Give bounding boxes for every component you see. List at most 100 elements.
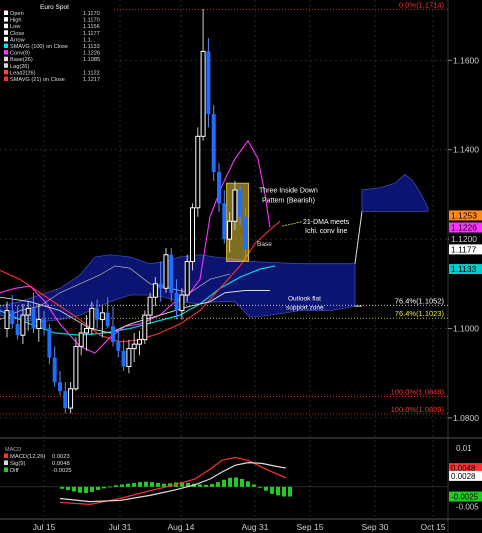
candle-body xyxy=(73,345,79,390)
macd-histogram-bar xyxy=(276,486,280,496)
main-legend: Euro Spot Open 1.1170 High 1.1170 Low 1.1156 Cl… xyxy=(2,2,112,86)
candle-body xyxy=(158,283,163,289)
candle-body xyxy=(142,314,148,341)
price-tag-label: 1.1226 xyxy=(451,222,477,232)
x-tick-label: Oct 15 xyxy=(420,522,445,532)
candle-body xyxy=(238,189,243,217)
candle-body xyxy=(147,296,153,316)
legend-item-name: Arrow xyxy=(10,37,26,43)
candle-body xyxy=(217,172,221,204)
candle-body xyxy=(116,341,121,351)
candle-body xyxy=(89,307,95,330)
candle-body xyxy=(190,207,195,262)
candle-body xyxy=(111,326,115,342)
legend-item-value: 1.1217 xyxy=(83,77,100,83)
candle-body xyxy=(174,292,179,311)
candle-body xyxy=(184,260,190,296)
legend-title: Euro Spot xyxy=(40,4,69,11)
macd-histogram-bar xyxy=(240,479,244,487)
macd-histogram-bar xyxy=(228,477,232,487)
legend-item-name: High xyxy=(10,18,22,24)
macd-histogram-bar xyxy=(204,484,208,487)
price-tags: 1.1253 1.1226 1.12001.1177 1.1133 xyxy=(449,210,482,275)
macd-histogram-bar xyxy=(96,486,100,490)
candle-body xyxy=(206,51,211,114)
legend-swatch xyxy=(4,30,8,35)
candle-body xyxy=(243,216,248,250)
y-tick-label: 1.0800 xyxy=(453,413,479,423)
macd-histogram-bar xyxy=(222,479,226,487)
macd-histogram-bar xyxy=(138,482,142,487)
x-tick-label: Aug 31 xyxy=(242,522,269,532)
fib-label: 100.0%(1.0848) xyxy=(391,387,445,396)
legend-swatch xyxy=(4,36,8,42)
macd-histogram-bar xyxy=(60,486,64,489)
macd-histogram-bar xyxy=(210,484,214,487)
candle-body xyxy=(152,283,158,298)
macd-histogram-bar xyxy=(114,485,118,487)
legend-item-value: 1.1122 xyxy=(83,70,100,76)
macd-histogram-bar xyxy=(264,486,268,491)
candle-body xyxy=(126,348,132,367)
macd-legend-swatch xyxy=(4,460,8,465)
macd-legend-swatch xyxy=(4,467,8,472)
macd-histogram-bar xyxy=(72,486,76,492)
macd-histogram-bar xyxy=(144,481,148,487)
legend-item-name: Base(26) xyxy=(10,57,33,63)
fib-label: 76.4%(1.1023) xyxy=(395,309,445,318)
fib-label: 76.4%(1.1052) xyxy=(395,296,445,305)
candle-body xyxy=(105,312,110,327)
candle-body xyxy=(121,350,126,367)
candle-body xyxy=(78,332,84,347)
macd-legend-name: Diff xyxy=(10,468,19,474)
candle-body xyxy=(163,254,169,289)
legend-swatch xyxy=(4,50,8,55)
macd-histogram-bar xyxy=(282,486,286,497)
price-tag-label: 1.1133 xyxy=(451,264,477,274)
legend-item-value: 1.1133 xyxy=(83,44,100,50)
macd-legend-value: 0.0023 xyxy=(52,454,70,460)
legend-item-name: Lag(26) xyxy=(10,64,29,70)
macd-histogram-bar xyxy=(234,477,238,487)
x-tick-label: Jul 15 xyxy=(33,522,56,532)
candle-body xyxy=(68,388,74,409)
macd-histogram-bar xyxy=(246,481,250,487)
macd-histogram-bar xyxy=(162,483,166,487)
macd-y-tick-label: -0.005 xyxy=(456,502,479,511)
fib-label: 100.0%(1.0809) xyxy=(391,405,445,414)
macd-title: MACD xyxy=(5,447,21,453)
candle-body xyxy=(131,343,137,350)
macd-histogram-bar xyxy=(216,482,220,487)
legend-item-value: 1.1226 xyxy=(83,51,100,57)
candle-body xyxy=(52,357,57,383)
macd-histogram-bar xyxy=(270,486,274,494)
macd-histogram-bar xyxy=(252,484,256,487)
candle-body xyxy=(20,314,26,336)
euro-spot-chart: 0.0%(1.1714) 76.4%(1.1052) 76.4%(1.1023) 10… xyxy=(0,0,482,533)
y-tick-label: 1.1400 xyxy=(453,145,479,155)
macd-legend-name: Sig(9) xyxy=(10,461,26,467)
x-tick-label: Jul 31 xyxy=(109,522,132,532)
annotation-dma: 21-DMA meets xyxy=(303,219,350,226)
y-tick-label: 1.1000 xyxy=(453,324,479,334)
candle-body xyxy=(222,203,227,240)
legend-swatch xyxy=(4,76,8,81)
annotation-base: Base xyxy=(257,241,272,248)
candle-body xyxy=(4,310,10,329)
legend-item-value: 1.1156 xyxy=(83,24,100,30)
legend-item-value: 1.1085 xyxy=(83,57,100,63)
candle-body xyxy=(211,113,216,173)
legend-item-value: 1.1170 xyxy=(83,18,100,24)
candle-body xyxy=(179,294,185,312)
macd-legend-value: 0.0048 xyxy=(52,461,70,467)
legend-swatch xyxy=(4,17,8,22)
price-tag-label: 1.1253 xyxy=(451,210,477,220)
legend-swatch xyxy=(4,56,8,62)
macd-legend-value: -0.0025 xyxy=(52,468,72,474)
legend-swatch xyxy=(4,23,8,29)
macd-histogram-bar xyxy=(132,482,136,487)
x-tick-label: Sep 30 xyxy=(362,522,389,532)
macd-histogram-bar xyxy=(108,486,112,488)
x-tick-label: Aug 14 xyxy=(168,522,195,532)
legend-item-name: SMAVG (21) on Close xyxy=(10,77,65,83)
